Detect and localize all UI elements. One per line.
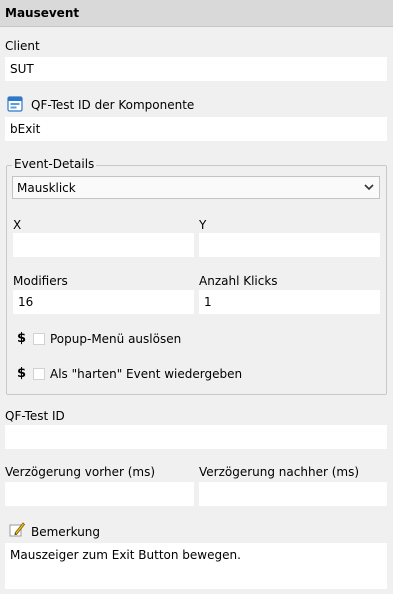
delay-after-label: Verzögerung nachher (ms): [199, 465, 360, 479]
popup-variable-marker: $: [17, 331, 27, 346]
pencil-icon: [9, 522, 25, 537]
qftest-id-label: QF-Test ID: [5, 409, 65, 423]
component-field[interactable]: bExit: [5, 117, 387, 141]
event-type-select[interactable]: Mausklick: [12, 176, 380, 199]
component-label: QF-Test ID der Komponente: [31, 98, 195, 112]
click-count-field[interactable]: 1: [199, 290, 380, 314]
comment-label: Bemerkung: [31, 525, 101, 539]
popup-label: Popup-Menü auslösen: [50, 332, 182, 346]
popup-checkbox[interactable]: [33, 333, 45, 345]
delay-after-field[interactable]: [199, 482, 387, 506]
modifiers-label: Modifiers: [13, 274, 68, 288]
modifiers-field[interactable]: 16: [13, 290, 194, 314]
y-label: Y: [199, 218, 207, 232]
event-details-title: Event-Details: [12, 157, 97, 171]
comment-textarea[interactable]: Mauszeiger zum Exit Button bewegen.: [5, 543, 387, 589]
event-type-value: Mausklick: [17, 181, 76, 195]
hard-event-variable-marker: $: [17, 366, 27, 381]
client-label: Client: [5, 39, 40, 53]
click-count-label: Anzahl Klicks: [199, 274, 278, 288]
y-field[interactable]: [199, 233, 380, 257]
title-bar: Mausevent: [0, 0, 393, 27]
qftest-id-field[interactable]: [5, 425, 387, 449]
window-title: Mausevent: [5, 6, 80, 20]
chevron-down-icon: [364, 184, 374, 191]
x-label: X: [13, 218, 22, 232]
hard-event-label: Als "harten" Event wiedergeben: [50, 367, 243, 381]
delay-before-field[interactable]: [5, 482, 194, 506]
component-icon: [7, 96, 23, 112]
x-field[interactable]: [13, 233, 194, 257]
hard-event-checkbox[interactable]: [33, 368, 45, 380]
delay-before-label: Verzögerung vorher (ms): [5, 465, 156, 479]
client-field[interactable]: SUT: [5, 57, 387, 81]
